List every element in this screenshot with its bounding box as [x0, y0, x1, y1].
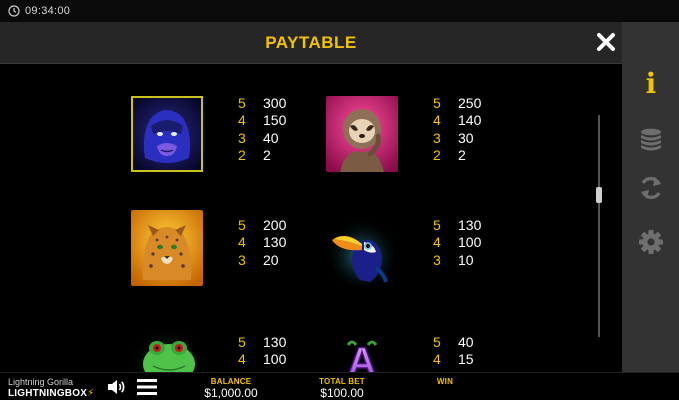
bolt-icon: ⚡: [87, 388, 95, 399]
clock-icon: [8, 5, 20, 17]
payout-row: 5 200: [238, 217, 287, 233]
page-title: PAYTABLE: [265, 33, 357, 52]
jaguar-symbol: [131, 210, 203, 286]
payout-row: 22: [433, 146, 466, 163]
brand-logo: LIGHTNINGBOX⚡: [8, 388, 94, 399]
payout-row: 22: [238, 146, 271, 163]
scrollbar-thumb[interactable]: [596, 187, 602, 203]
gorilla-symbol: [131, 96, 203, 172]
coin-stack-icon: [641, 128, 661, 151]
speaker-icon: [108, 380, 125, 394]
scrollbar-track[interactable]: [598, 115, 600, 337]
payout-row: 4 150: [238, 112, 287, 129]
autoplay-icon: [641, 176, 661, 200]
game-name: Lightning Gorilla: [8, 377, 74, 387]
side-menu: i: [622, 22, 679, 372]
payout-row: 5 130: [238, 334, 287, 350]
menu-button[interactable]: [136, 378, 158, 396]
close-button[interactable]: [594, 30, 618, 54]
payout-row: 5 130: [433, 217, 482, 233]
autoplay-button[interactable]: [636, 173, 666, 203]
info-icon: i: [645, 67, 657, 100]
sloth-symbol: [326, 96, 398, 172]
clock-time: 09:34:00: [25, 5, 71, 17]
info-button[interactable]: i: [636, 69, 666, 99]
gear-icon: [639, 230, 663, 254]
sloth-payouts: 5 250 4 140 3 30 22: [433, 95, 481, 164]
bet-button[interactable]: [636, 125, 666, 155]
jaguar-payouts: 5 200 4 130 3 20: [238, 217, 286, 269]
letter-a-symbol: A: [326, 335, 398, 372]
payout-row: 4 140: [433, 112, 482, 129]
payout-row: 5 250: [433, 95, 482, 111]
hamburger-icon: [137, 379, 157, 395]
toucan-symbol: [326, 210, 398, 286]
payout-row: 4 100: [433, 234, 482, 251]
brand-box: BOX: [64, 388, 88, 399]
svg-text:A: A: [348, 340, 377, 372]
letter-a-payouts: 5 40 4 15: [433, 334, 474, 369]
payout-row: 4 130: [238, 234, 287, 251]
brand-lightning: LIGHTNING: [8, 388, 65, 399]
balance-label: BALANCE: [210, 377, 252, 386]
paytable-header: PAYTABLE: [0, 22, 622, 64]
total-bet-label: TOTAL BET: [319, 377, 365, 386]
win-label: WIN: [436, 377, 454, 386]
total-bet-value: $100.00: [320, 386, 364, 400]
balance-value: $1,000.00: [204, 386, 258, 400]
payout-row: 4 100: [238, 351, 287, 368]
frog-payouts: 5 130 4 100: [238, 334, 286, 369]
payout-row: 5 300: [238, 95, 287, 111]
payout-row: 4 15: [433, 351, 474, 368]
total-bet-display: TOTAL BET $100.00: [312, 377, 372, 400]
payout-row: 3 10: [433, 251, 474, 268]
balance-display: BALANCE $1,000.00: [200, 377, 262, 400]
payout-row: 3 40: [238, 129, 279, 146]
status-bar: 09:34:00: [0, 0, 679, 22]
settings-button[interactable]: [636, 227, 666, 257]
bottom-bar: Lightning Gorilla LIGHTNINGBOX⚡ BALANCE …: [0, 372, 679, 400]
payout-row: 5 40: [433, 334, 474, 350]
sound-button[interactable]: [106, 377, 126, 397]
toucan-payouts: 5 130 4 100 3 10: [433, 217, 481, 269]
gorilla-payouts: 5 300 4 150 3 40 22: [238, 95, 286, 164]
payout-row: 3 20: [238, 251, 279, 268]
payout-row: 3 30: [433, 129, 474, 146]
close-icon: [597, 33, 615, 51]
frog-symbol: [131, 328, 203, 372]
win-display: WIN: [430, 377, 460, 386]
paytable-content[interactable]: 5300 4150 340 22 5250 4140 330 22: [0, 65, 622, 372]
